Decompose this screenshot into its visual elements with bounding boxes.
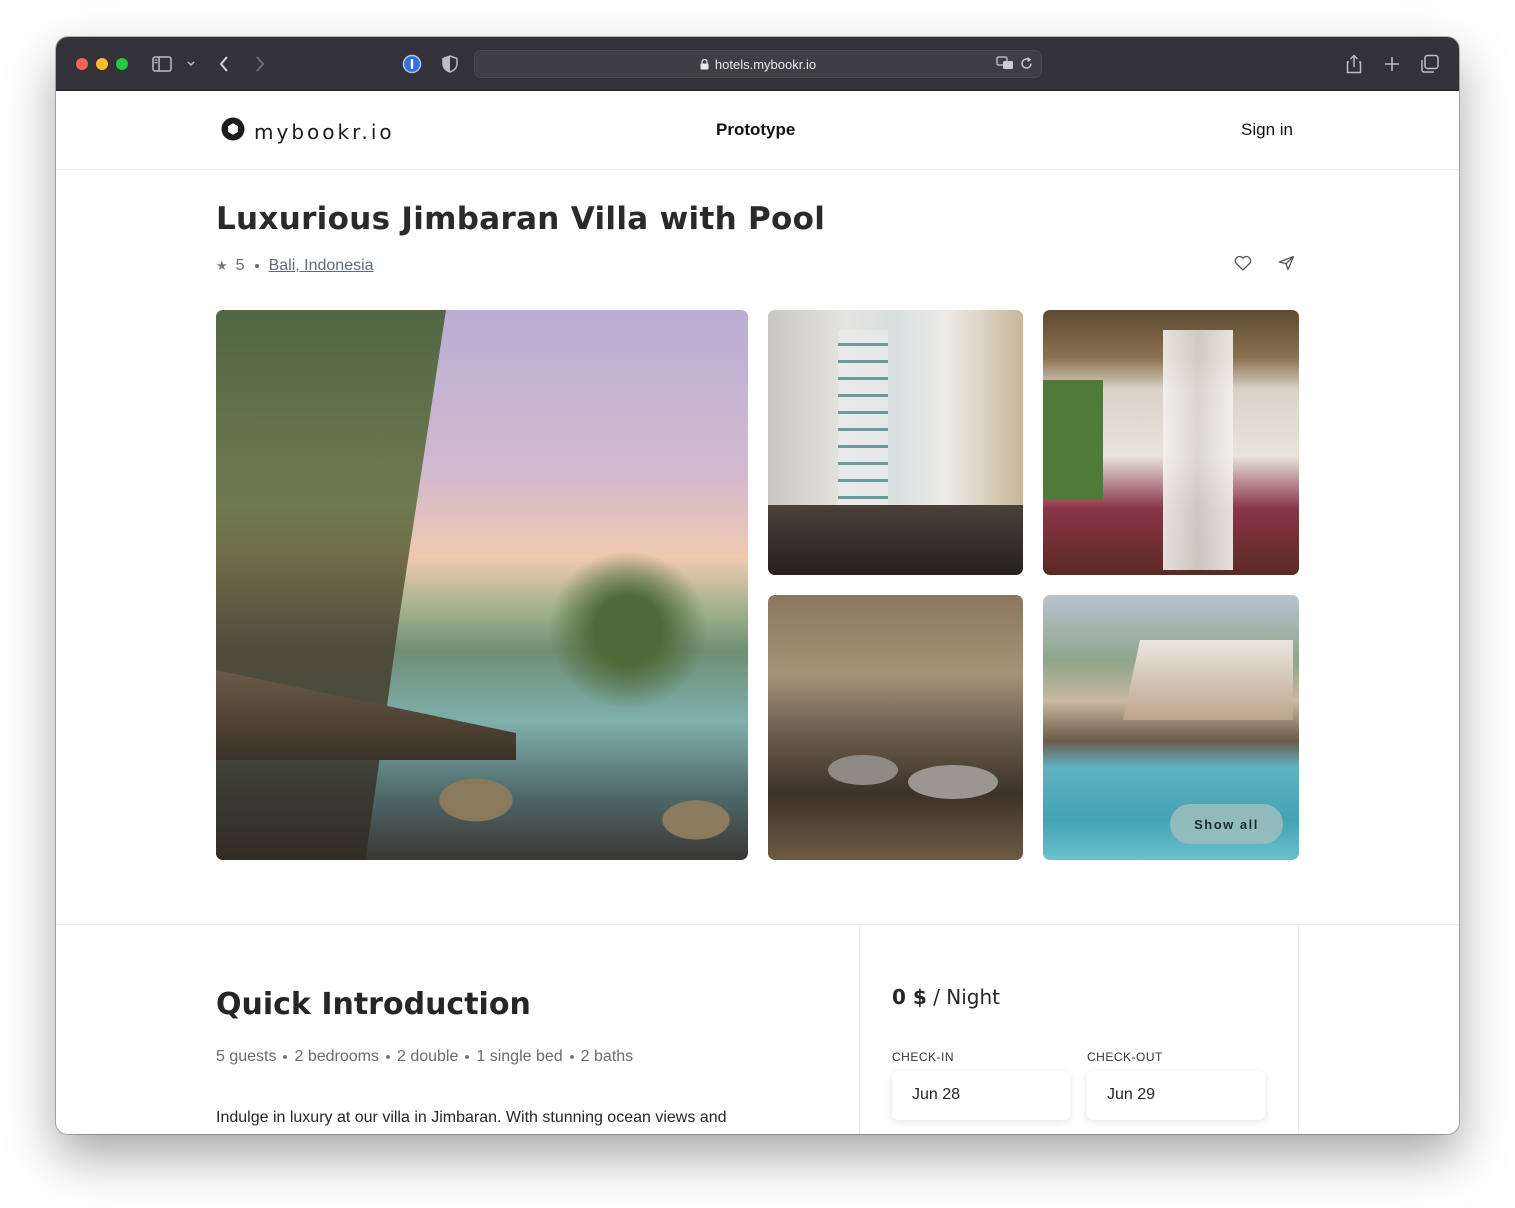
nav-prototype-label[interactable]: Prototype	[716, 120, 795, 140]
photo-pool-main[interactable]	[216, 310, 748, 860]
hexagon-logo-icon	[221, 117, 245, 146]
tabs-overview-icon[interactable]	[1420, 51, 1440, 77]
shield-icon[interactable]	[442, 51, 458, 77]
star-icon: ★	[216, 258, 228, 273]
intro-description: Indulge in luxury at our villa in Jimbar…	[216, 1109, 727, 1126]
site-logo[interactable]: mybookr.io	[221, 117, 395, 146]
chevron-right-icon[interactable]	[254, 51, 266, 77]
zoom-window-button[interactable]	[116, 58, 128, 70]
sidebar-icon[interactable]	[152, 51, 174, 77]
heart-icon[interactable]	[1234, 255, 1252, 276]
rating-value: 5	[235, 257, 245, 274]
listing-title: Luxurious Jimbaran Villa with Pool	[216, 201, 826, 237]
price-value: 0 $	[892, 985, 927, 1009]
share-icon[interactable]	[1346, 51, 1362, 77]
web-page: mybookr.io Prototype Sign in Luxurious J…	[56, 91, 1459, 1134]
nightly-price: 0 $ / Night	[892, 985, 1000, 1009]
listing-meta: ★ 5 Bali, Indonesia	[216, 257, 374, 275]
stat-baths: 2 baths	[580, 1048, 634, 1065]
browser-window: hotels.mybookr.io mybookr.io Prototype S…	[56, 37, 1459, 1134]
separator-dot	[254, 264, 259, 268]
intro-stats: 5 guests 2 bedrooms 2 double 1 single be…	[216, 1048, 633, 1066]
browser-toolbar: hotels.mybookr.io	[56, 37, 1459, 91]
translate-icon[interactable]	[996, 56, 1014, 73]
photo-bathroom-flower-bath[interactable]	[768, 310, 1023, 575]
show-all-photos-button[interactable]: Show all	[1170, 804, 1283, 844]
close-window-button[interactable]	[76, 58, 88, 70]
lock-icon	[700, 58, 709, 70]
separator-dot	[283, 1055, 288, 1059]
listing-actions	[1234, 255, 1295, 276]
photo-bathroom-vanity[interactable]	[768, 595, 1023, 860]
send-icon[interactable]	[1278, 255, 1295, 276]
separator-dot	[569, 1055, 574, 1059]
stat-single-bed: 1 single bed	[476, 1048, 563, 1065]
sign-in-link[interactable]: Sign in	[1241, 120, 1293, 140]
checkout-label: CHECK-OUT	[1087, 1050, 1163, 1064]
stat-guests: 5 guests	[216, 1048, 277, 1065]
booking-panel: 0 $ / Night CHECK-IN CHECK-OUT Jun 28 Ju…	[859, 924, 1299, 1134]
separator-dot	[385, 1055, 390, 1059]
minimize-window-button[interactable]	[96, 58, 108, 70]
reload-icon[interactable]	[1020, 56, 1033, 73]
photo-gallery: Show all	[216, 310, 1299, 860]
photo-bedroom-canopy[interactable]	[1043, 310, 1299, 575]
stat-bedrooms: 2 bedrooms	[294, 1048, 379, 1065]
logo-text: mybookr.io	[254, 119, 395, 144]
url-text: hotels.mybookr.io	[714, 56, 817, 72]
plus-icon[interactable]	[1383, 51, 1401, 77]
password-manager-icon[interactable]	[402, 51, 422, 77]
intro-heading: Quick Introduction	[216, 987, 531, 1022]
checkout-date-field[interactable]: Jun 29	[1087, 1071, 1265, 1120]
chevron-left-icon[interactable]	[218, 51, 230, 77]
checkin-label: CHECK-IN	[892, 1050, 955, 1064]
price-unit: / Night	[933, 985, 1000, 1009]
separator-dot	[465, 1055, 470, 1059]
address-bar[interactable]: hotels.mybookr.io	[474, 50, 1042, 78]
chevron-down-icon[interactable]	[186, 51, 196, 77]
stat-double: 2 double	[396, 1048, 459, 1065]
location-link[interactable]: Bali, Indonesia	[269, 257, 374, 275]
checkin-date-field[interactable]: Jun 28	[892, 1071, 1070, 1120]
site-header: mybookr.io Prototype Sign in	[56, 91, 1459, 170]
